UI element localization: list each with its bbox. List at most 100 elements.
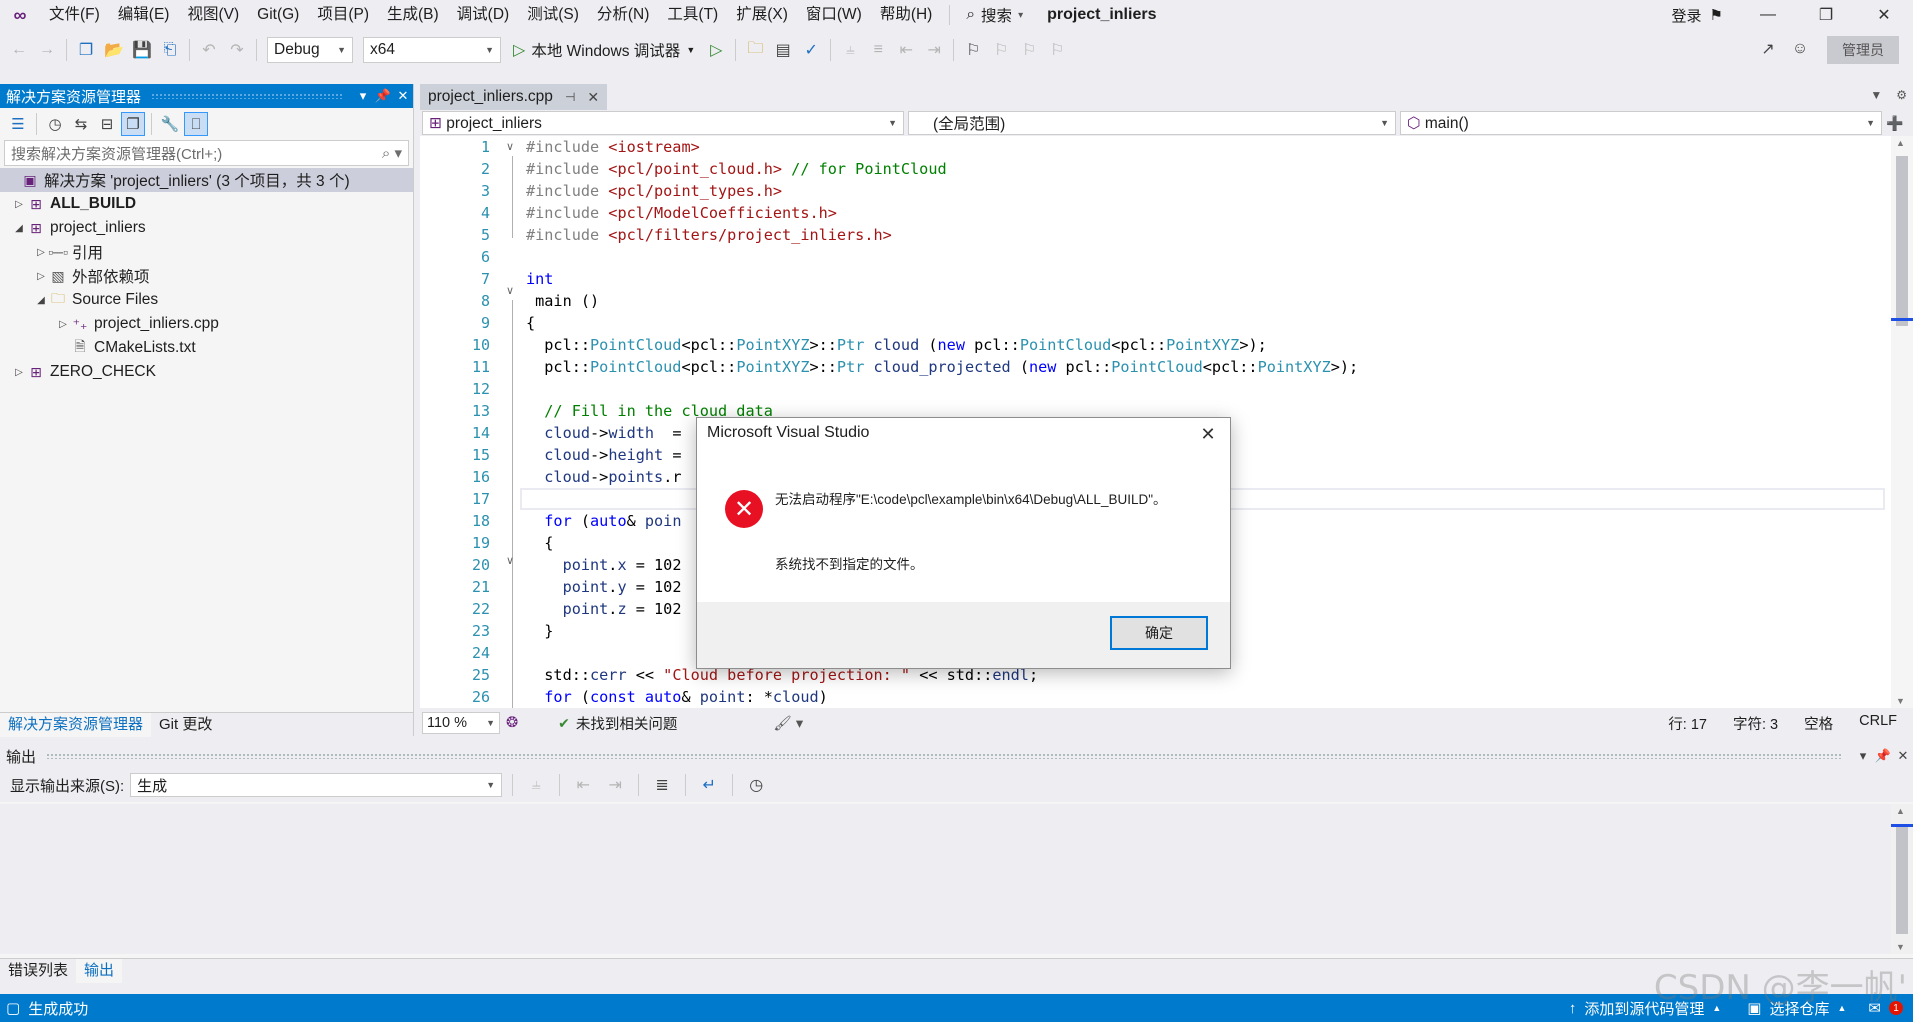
line-info[interactable]: 行: 17	[1668, 713, 1707, 734]
expand-arrow-icon[interactable]: ▷	[34, 247, 48, 258]
preview-selected-icon[interactable]: ⎕	[184, 112, 208, 136]
comment-icon[interactable]: ≡	[865, 37, 891, 63]
prev-message-icon[interactable]: ⇤	[570, 772, 596, 798]
scroll-down-icon[interactable]: ▼	[1896, 696, 1905, 706]
menu-analyze[interactable]: 分析(N)	[588, 0, 659, 30]
account-settings-icon[interactable]: ⚑	[1710, 6, 1723, 24]
scrollbar-thumb[interactable]	[1896, 824, 1908, 934]
scroll-up-icon[interactable]: ▲	[1896, 806, 1905, 816]
tree-item-cpp-file[interactable]: ▷ ⁺₊ project_inliers.cpp	[0, 312, 413, 336]
output-text-area[interactable]: ▲ ▼	[0, 804, 1913, 954]
dialog-close-icon[interactable]: ✕	[1194, 420, 1222, 448]
tree-item-cmakelists[interactable]: 🗎 CMakeLists.txt	[0, 336, 413, 360]
bookmark-icon[interactable]: ⚐	[960, 37, 986, 63]
intellicode-icon[interactable]: ❂	[506, 715, 518, 731]
outdent-icon[interactable]: ⇤	[893, 37, 919, 63]
tree-item-references[interactable]: ▷ ▫─▫ 引用	[0, 240, 413, 264]
menu-view[interactable]: 视图(V)	[178, 0, 248, 30]
start-debugger-button[interactable]: ▷ 本地 Windows 调试器 ▼	[507, 39, 701, 61]
tab-settings-gear-icon[interactable]: ⚙	[1896, 88, 1907, 102]
tab-list-dropdown-icon[interactable]: ▼	[1870, 88, 1882, 102]
tab-project-inliers-cpp[interactable]: project_inliers.cpp ⊣ ✕	[420, 84, 608, 110]
clear-all-icon[interactable]: ≣	[649, 772, 675, 798]
restore-icon[interactable]: ❐	[1797, 0, 1855, 30]
navigate-forward-icon[interactable]: →	[34, 37, 60, 63]
add-to-source-control[interactable]: 添加到源代码管理	[1584, 998, 1704, 1019]
code-cleanup-brush-icon[interactable]: 🖌 ▾	[773, 715, 803, 732]
expand-arrow-icon[interactable]: ▷	[12, 367, 26, 378]
save-icon[interactable]: 💾	[129, 37, 155, 63]
output-vertical-scrollbar[interactable]: ▲ ▼	[1891, 804, 1913, 954]
ok-button[interactable]: 确定	[1110, 616, 1208, 650]
line-ending-info[interactable]: CRLF	[1859, 713, 1897, 734]
menu-extensions[interactable]: 扩展(X)	[727, 0, 797, 30]
menu-edit[interactable]: 编辑(E)	[109, 0, 179, 30]
collapse-all-icon[interactable]: ⊟	[95, 112, 119, 136]
expand-arrow-icon[interactable]: ▷	[56, 319, 70, 330]
browser-link-icon[interactable]: ▤	[770, 37, 796, 63]
toggle-word-wrap-icon[interactable]: ↵	[696, 772, 722, 798]
scrollbar-thumb[interactable]	[1896, 156, 1908, 326]
next-message-icon[interactable]: ⇥	[602, 772, 628, 798]
expand-arrow-icon[interactable]: ▷	[12, 199, 26, 210]
next-bookmark-icon[interactable]: ⚐	[1016, 37, 1042, 63]
login-label[interactable]: 登录	[1672, 5, 1702, 26]
sync-active-document-icon[interactable]: ⇆	[69, 112, 93, 136]
collapse-region-icon[interactable]: ∨	[506, 140, 514, 153]
properties-wrench-icon[interactable]: 🔧	[158, 112, 182, 136]
spell-check-icon[interactable]: ✓	[798, 37, 824, 63]
save-all-icon[interactable]: ⎗	[157, 37, 183, 63]
start-without-debugging-icon[interactable]: ▷	[703, 37, 729, 63]
solution-config-select[interactable]: Debug ▼	[267, 37, 353, 63]
drag-grip[interactable]	[151, 93, 343, 99]
pin-icon[interactable]: 📌	[1873, 748, 1893, 764]
pin-tab-icon[interactable]: ⊣	[565, 90, 575, 104]
live-share-icon[interactable]: ↗	[1755, 36, 1781, 62]
prev-bookmark-icon[interactable]: ⚐	[988, 37, 1014, 63]
menu-test[interactable]: 测试(S)	[518, 0, 588, 30]
expand-arrow-icon[interactable]: ▷	[34, 271, 48, 282]
switch-views-icon[interactable]: ☰	[6, 112, 30, 136]
tab-solution-explorer[interactable]: 解决方案资源管理器	[0, 713, 152, 737]
step-icon[interactable]: ⫨	[837, 37, 863, 63]
output-source-select[interactable]: 生成 ▼	[130, 773, 503, 797]
scope-nav-select[interactable]: (全局范围) ▼	[908, 111, 1396, 135]
scroll-up-icon[interactable]: ▲	[1896, 138, 1905, 148]
menu-help[interactable]: 帮助(H)	[871, 0, 942, 30]
select-repository[interactable]: 选择仓库	[1769, 998, 1829, 1019]
tree-item-zero-check[interactable]: ▷ ⊞ ZERO_CHECK	[0, 360, 413, 384]
clear-bookmarks-icon[interactable]: ⚐	[1044, 37, 1070, 63]
collapse-arrow-icon[interactable]: ◢	[12, 223, 26, 234]
tree-item-external-deps[interactable]: ▷ ▧ 外部依赖项	[0, 264, 413, 288]
pin-icon[interactable]: 📌	[373, 88, 393, 104]
member-nav-select[interactable]: ⬡ main() ▼	[1400, 111, 1882, 135]
collapse-region-icon[interactable]: ∨	[506, 284, 514, 297]
notifications-bell-icon[interactable]: ✉	[1868, 999, 1881, 1017]
show-all-files-icon[interactable]: ❐	[121, 112, 145, 136]
tree-item-project-inliers[interactable]: ◢ ⊞ project_inliers	[0, 216, 413, 240]
timestamp-clock-icon[interactable]: ◷	[743, 772, 769, 798]
tab-output[interactable]: 输出	[76, 959, 123, 983]
close-icon[interactable]: ✕	[393, 88, 413, 104]
collapse-arrow-icon[interactable]: ◢	[34, 295, 48, 306]
menu-file[interactable]: 文件(F)	[40, 0, 109, 30]
menu-git[interactable]: Git(G)	[248, 0, 308, 30]
split-editor-icon[interactable]: ➕	[1886, 111, 1904, 135]
zoom-select[interactable]: 110 % ▼	[422, 712, 500, 734]
panel-menu-icon[interactable]: ▾	[1853, 748, 1873, 764]
indent-icon[interactable]: ⇥	[921, 37, 947, 63]
editor-vertical-scrollbar[interactable]: ▲ ▼	[1891, 136, 1913, 708]
panel-menu-icon[interactable]: ▾	[353, 88, 373, 104]
menu-project[interactable]: 项目(P)	[308, 0, 378, 30]
feedback-icon[interactable]: ☺	[1787, 36, 1813, 62]
project-nav-select[interactable]: ⊞ project_inliers ▼	[422, 111, 904, 135]
undo-icon[interactable]: ↶	[196, 37, 222, 63]
close-tab-icon[interactable]: ✕	[587, 89, 599, 106]
solution-explorer-search-input[interactable]: 搜索解决方案资源管理器(Ctrl+;) ⌕ ▾	[4, 140, 409, 166]
drag-grip[interactable]	[46, 753, 1843, 759]
new-project-icon[interactable]: ❐	[73, 37, 99, 63]
open-folder-icon[interactable]: 🗀	[742, 37, 768, 63]
redo-icon[interactable]: ↷	[224, 37, 250, 63]
menu-build[interactable]: 生成(B)	[378, 0, 448, 30]
scroll-down-icon[interactable]: ▼	[1896, 942, 1905, 952]
